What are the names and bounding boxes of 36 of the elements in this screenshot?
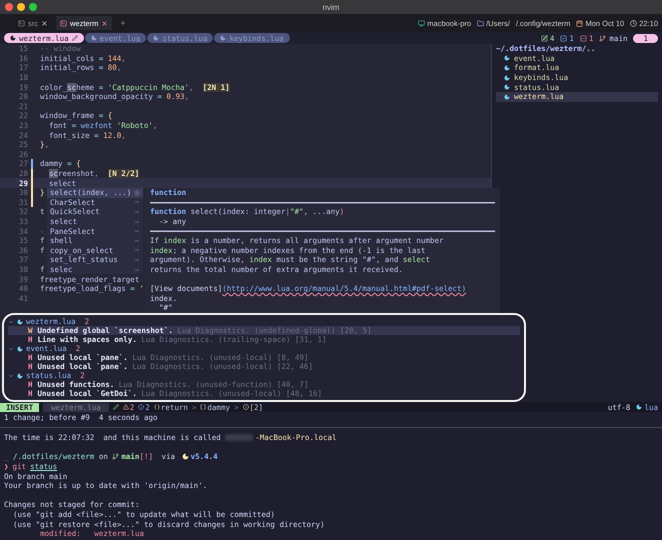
folder-icon: [477, 20, 484, 26]
check-square-icon: [560, 34, 568, 42]
minimize-icon: [17, 3, 25, 11]
window-title: nvim: [322, 2, 340, 12]
minus-square-icon: [580, 34, 587, 42]
moon-icon: [153, 35, 160, 41]
close-icon[interactable]: [41, 20, 48, 26]
pencil-icon: [112, 404, 119, 410]
brackets-icon: [200, 404, 206, 410]
warning-icon: [122, 404, 129, 410]
moon-icon: [10, 35, 16, 41]
terminal-icon: [18, 20, 25, 26]
braces-icon: [154, 404, 160, 410]
circle-icon: [242, 404, 248, 410]
edit-icon: [540, 34, 548, 42]
moon-icon: [90, 35, 97, 41]
close-icon[interactable]: [101, 20, 108, 26]
terminal-icon: [60, 20, 67, 26]
gear-icon: [134, 190, 140, 196]
close-icon: [5, 3, 13, 11]
moon-icon: [17, 372, 23, 378]
branch-icon: [599, 34, 606, 42]
calendar-icon: [576, 20, 584, 26]
moon-icon: [636, 404, 642, 410]
maximize-icon: [29, 3, 37, 11]
redaction-bar: [225, 434, 254, 442]
moon-icon: [17, 318, 23, 324]
moon-icon: [17, 346, 23, 352]
clock-icon: [630, 20, 638, 26]
info-icon: [138, 404, 144, 410]
branch-icon: [112, 453, 120, 460]
monitor-icon: [418, 20, 426, 26]
moon-icon: [182, 453, 189, 460]
pencil-icon: [72, 35, 78, 41]
moon-icon: [220, 35, 226, 41]
new-tab-button[interactable]: +: [116, 18, 130, 28]
